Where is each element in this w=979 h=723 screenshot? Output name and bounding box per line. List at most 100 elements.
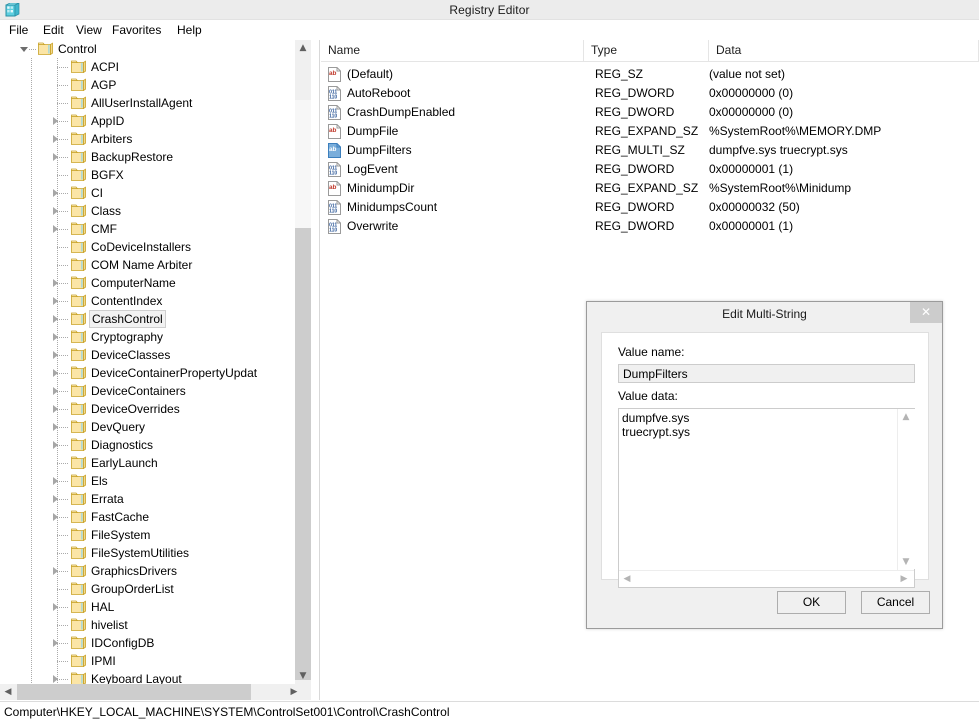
menu-edit[interactable]: Edit <box>38 22 69 38</box>
chevron-right-icon[interactable] <box>53 441 58 449</box>
tree-scroll-left-arrow[interactable]: ◀ <box>0 684 16 700</box>
value-row[interactable]: 011110CrashDumpEnabledREG_DWORD0x0000000… <box>321 103 979 122</box>
textarea-scroll-down-arrow[interactable]: ▼ <box>898 554 914 570</box>
tree-item-contentindex[interactable]: ContentIndex <box>0 292 295 310</box>
tree-item-class[interactable]: Class <box>0 202 295 220</box>
tree-item-appid[interactable]: AppID <box>0 112 295 130</box>
value-data-textarea[interactable] <box>619 409 923 569</box>
tree-item-deviceclasses[interactable]: DeviceClasses <box>0 346 295 364</box>
value-row[interactable]: 011110MinidumpsCountREG_DWORD0x00000032 … <box>321 198 979 217</box>
tree-item-label: IPMI <box>89 652 118 670</box>
tree-item-crashcontrol[interactable]: CrashControl <box>0 310 295 328</box>
tree-item-errata[interactable]: Errata <box>0 490 295 508</box>
chevron-right-icon[interactable] <box>53 207 58 215</box>
chevron-right-icon[interactable] <box>53 387 58 395</box>
textarea-scroll-left-arrow[interactable]: ◀ <box>619 571 635 587</box>
tree-item-ipmi[interactable]: IPMI <box>0 652 295 670</box>
tree-item-graphicsdrivers[interactable]: GraphicsDrivers <box>0 562 295 580</box>
value-row[interactable]: 011110LogEventREG_DWORD0x00000001 (1) <box>321 160 979 179</box>
tree-item-alluserinstallagent[interactable]: AllUserInstallAgent <box>0 94 295 112</box>
textarea-horizontal-scrollbar[interactable]: ◀ ▶ <box>619 570 914 587</box>
tree-item-filesystem[interactable]: FileSystem <box>0 526 295 544</box>
tree-horizontal-scroll-thumb[interactable] <box>17 684 251 700</box>
registry-tree[interactable]: ControlACPIAGPAllUserInstallAgentAppIDAr… <box>0 40 295 684</box>
value-row[interactable]: ab(Default)REG_SZ(value not set) <box>321 65 979 84</box>
tree-scroll-down-arrow[interactable]: ▼ <box>295 668 311 684</box>
tree-item-devicecontainerpropertyupdat[interactable]: DeviceContainerPropertyUpdat <box>0 364 295 382</box>
textarea-vertical-scrollbar[interactable]: ▲ ▼ <box>897 409 914 570</box>
chevron-right-icon[interactable] <box>53 225 58 233</box>
tree-scroll-up-arrow[interactable]: ▲ <box>295 40 311 56</box>
chevron-right-icon[interactable] <box>53 333 58 341</box>
tree-item-com-name-arbiter[interactable]: COM Name Arbiter <box>0 256 295 274</box>
tree-item-keyboard-layout[interactable]: Keyboard Layout <box>0 670 295 684</box>
cancel-button[interactable]: Cancel <box>861 591 930 614</box>
value-row[interactable]: 011110OverwriteREG_DWORD0x00000001 (1) <box>321 217 979 236</box>
ok-button[interactable]: OK <box>777 591 846 614</box>
tree-item-backuprestore[interactable]: BackupRestore <box>0 148 295 166</box>
tree-item-filesystemutilities[interactable]: FileSystemUtilities <box>0 544 295 562</box>
chevron-right-icon[interactable] <box>53 513 58 521</box>
tree-item-fastcache[interactable]: FastCache <box>0 508 295 526</box>
tree-item-els[interactable]: Els <box>0 472 295 490</box>
tree-item-cryptography[interactable]: Cryptography <box>0 328 295 346</box>
tree-item-cmf[interactable]: CMF <box>0 220 295 238</box>
chevron-right-icon[interactable] <box>53 639 58 647</box>
chevron-right-icon[interactable] <box>53 135 58 143</box>
values-column-header[interactable]: NameTypeData <box>321 40 979 62</box>
chevron-right-icon[interactable] <box>53 495 58 503</box>
column-header-data[interactable]: Data <box>709 40 979 61</box>
chevron-right-icon[interactable] <box>53 315 58 323</box>
tree-item-agp[interactable]: AGP <box>0 76 295 94</box>
value-row[interactable]: abDumpFileREG_EXPAND_SZ%SystemRoot%\MEMO… <box>321 122 979 141</box>
chevron-right-icon[interactable] <box>53 279 58 287</box>
tree-item-earlylaunch[interactable]: EarlyLaunch <box>0 454 295 472</box>
value-row[interactable]: abDumpFiltersREG_MULTI_SZdumpfve.sys tru… <box>321 141 979 160</box>
tree-item-computername[interactable]: ComputerName <box>0 274 295 292</box>
textarea-scroll-right-arrow[interactable]: ▶ <box>896 571 912 587</box>
chevron-right-icon[interactable] <box>53 603 58 611</box>
chevron-right-icon[interactable] <box>53 369 58 377</box>
column-header-type[interactable]: Type <box>584 40 709 61</box>
chevron-right-icon[interactable] <box>53 477 58 485</box>
tree-item-devicecontainers[interactable]: DeviceContainers <box>0 382 295 400</box>
menu-view[interactable]: View <box>71 22 107 38</box>
value-row[interactable]: 011110AutoRebootREG_DWORD0x00000000 (0) <box>321 84 979 103</box>
tree-item-idconfigdb[interactable]: IDConfigDB <box>0 634 295 652</box>
chevron-right-icon[interactable] <box>53 567 58 575</box>
tree-vertical-scrollbar[interactable]: ▲ ▼ <box>295 40 311 684</box>
close-icon[interactable]: ✕ <box>910 302 942 323</box>
column-header-name[interactable]: Name <box>321 40 584 61</box>
tree-item-codeviceinstallers[interactable]: CoDeviceInstallers <box>0 238 295 256</box>
tree-item-arbiters[interactable]: Arbiters <box>0 130 295 148</box>
tree-item-control[interactable]: Control <box>0 40 295 58</box>
value-row[interactable]: abMinidumpDirREG_EXPAND_SZ%SystemRoot%\M… <box>321 179 979 198</box>
tree-horizontal-scrollbar[interactable]: ◀ ▶ <box>0 684 311 700</box>
chevron-down-icon[interactable] <box>20 47 28 52</box>
tree-item-hal[interactable]: HAL <box>0 598 295 616</box>
chevron-right-icon[interactable] <box>53 297 58 305</box>
chevron-right-icon[interactable] <box>53 351 58 359</box>
tree-item-diagnostics[interactable]: Diagnostics <box>0 436 295 454</box>
chevron-right-icon[interactable] <box>53 405 58 413</box>
tree-item-deviceoverrides[interactable]: DeviceOverrides <box>0 400 295 418</box>
tree-item-devquery[interactable]: DevQuery <box>0 418 295 436</box>
folder-icon <box>71 276 86 289</box>
value-name-input[interactable] <box>618 364 915 383</box>
menu-help[interactable]: Help <box>172 22 207 38</box>
chevron-right-icon[interactable] <box>53 189 58 197</box>
tree-scroll-right-arrow[interactable]: ▶ <box>286 684 302 700</box>
tree-item-acpi[interactable]: ACPI <box>0 58 295 76</box>
chevron-right-icon[interactable] <box>53 675 58 683</box>
textarea-scroll-up-arrow[interactable]: ▲ <box>898 409 914 425</box>
chevron-right-icon[interactable] <box>53 423 58 431</box>
chevron-right-icon[interactable] <box>53 153 58 161</box>
tree-item-grouporderlist[interactable]: GroupOrderList <box>0 580 295 598</box>
tree-item-ci[interactable]: CI <box>0 184 295 202</box>
chevron-right-icon[interactable] <box>53 117 58 125</box>
tree-item-bgfx[interactable]: BGFX <box>0 166 295 184</box>
menu-file[interactable]: File <box>4 22 33 38</box>
tree-item-hivelist[interactable]: hivelist <box>0 616 295 634</box>
menu-favorites[interactable]: Favorites <box>107 22 166 38</box>
tree-vertical-scroll-thumb-active[interactable] <box>295 228 311 680</box>
